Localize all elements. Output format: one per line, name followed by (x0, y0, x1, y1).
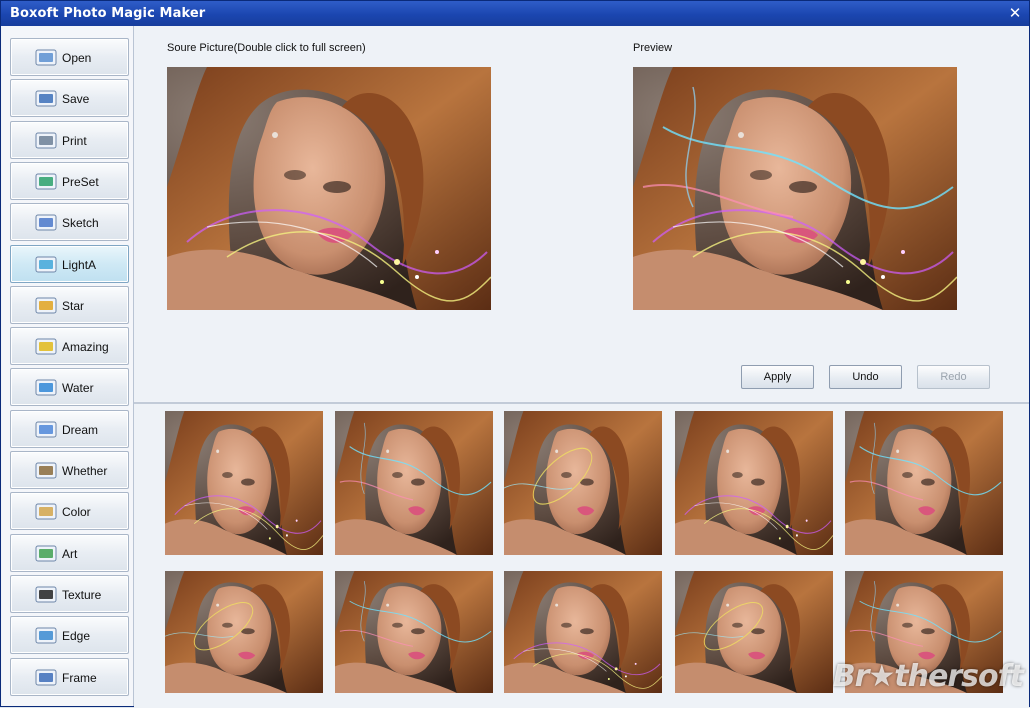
effect-thumbnail[interactable] (335, 571, 493, 693)
preview-picture (633, 67, 957, 310)
art-icon (35, 545, 57, 562)
sidebar-item-label: Amazing (62, 340, 109, 355)
apply-button[interactable]: Apply (741, 365, 814, 389)
sidebar-item-label: PreSet (62, 174, 99, 189)
sidebar-item-art[interactable]: Art (10, 533, 129, 572)
star-icon (35, 297, 57, 314)
effect-thumbnail[interactable] (335, 411, 493, 555)
amazing-icon (35, 338, 57, 355)
sidebar-item-label: Frame (62, 670, 97, 685)
effect-thumbnail[interactable] (675, 571, 833, 693)
color-icon (35, 503, 57, 520)
preview-panel: Soure Picture(Double click to full scree… (134, 26, 1029, 401)
sidebar-item-print[interactable]: Print (10, 120, 129, 159)
sidebar-item-label: Art (62, 546, 78, 561)
water-icon (35, 379, 57, 396)
weather-icon (35, 462, 57, 479)
preview-image (633, 67, 957, 310)
effect-sidebar: Open Save Print PreSet Sketch LightA Star Amazi… (2, 26, 134, 706)
sidebar-item-label: Edge (62, 629, 91, 644)
printer-icon (35, 132, 57, 149)
folder-icon (35, 49, 57, 66)
preset-icon (35, 173, 57, 190)
dream-icon (35, 421, 57, 438)
app-window: Boxoft Photo Magic Maker ✕ Open Save Print… (0, 0, 1030, 708)
effect-thumbnail[interactable] (504, 411, 662, 555)
sidebar-item-save[interactable]: Save (10, 79, 129, 118)
effect-thumbnail[interactable] (675, 411, 833, 555)
texture-icon (35, 586, 57, 603)
undo-button[interactable]: Undo (829, 365, 902, 389)
preview-caption: Preview (633, 42, 673, 54)
sidebar-item-edge[interactable]: Edge (10, 616, 129, 655)
redo-button[interactable]: Redo (917, 365, 990, 389)
brothersoft-watermark: Br★thersoft (832, 659, 1024, 694)
close-icon[interactable]: ✕ (1005, 4, 1025, 23)
effect-thumbnail[interactable] (165, 411, 323, 555)
light-icon (35, 256, 57, 273)
sidebar-item-label: Star (62, 298, 85, 313)
sidebar-item-label: Whether (62, 464, 108, 478)
sidebar-item-label: Open (62, 51, 92, 65)
edge-icon (35, 627, 57, 644)
source-image (167, 67, 491, 310)
sidebar-item-water[interactable]: Water (10, 368, 129, 407)
source-caption: Soure Picture(Double click to full scree… (167, 42, 366, 54)
sidebar-item-label: LightA (62, 257, 97, 272)
frame-icon (35, 669, 57, 686)
effect-thumbnails: Br★thersoft (134, 402, 1029, 708)
source-picture[interactable] (167, 67, 491, 310)
sidebar-item-amazing[interactable]: Amazing (10, 327, 129, 366)
sidebar-item-preset[interactable]: PreSet (10, 161, 129, 200)
sidebar-item-open[interactable]: Open (10, 38, 129, 76)
sidebar-item-label: Color (62, 505, 91, 520)
sidebar-item-sketch[interactable]: Sketch (10, 203, 129, 242)
sidebar-item-whether[interactable]: Whether (10, 451, 129, 489)
effect-thumbnail[interactable] (845, 411, 1003, 555)
sidebar-item-label: Print (62, 133, 87, 148)
effect-thumbnail[interactable] (165, 571, 323, 693)
sketch-icon (35, 214, 57, 231)
sidebar-item-label: Save (62, 92, 90, 107)
sidebar-item-color[interactable]: Color (10, 492, 129, 531)
sidebar-item-label: Sketch (62, 216, 99, 231)
sidebar-item-star[interactable]: Star (10, 285, 129, 324)
title-bar[interactable]: Boxoft Photo Magic Maker ✕ (1, 1, 1029, 26)
sidebar-item-label: Texture (62, 587, 102, 602)
window-title: Boxoft Photo Magic Maker (10, 6, 206, 21)
floppy-icon (35, 90, 57, 107)
sidebar-item-dream[interactable]: Dream (10, 409, 129, 448)
sidebar-item-frame[interactable]: Frame (10, 657, 129, 696)
effect-thumbnail[interactable] (504, 571, 662, 693)
sidebar-item-texture[interactable]: Texture (10, 574, 129, 613)
sidebar-item-label: Dream (62, 422, 99, 437)
sidebar-item-lighta[interactable]: LightA (10, 244, 129, 283)
sidebar-item-label: Water (62, 381, 94, 396)
